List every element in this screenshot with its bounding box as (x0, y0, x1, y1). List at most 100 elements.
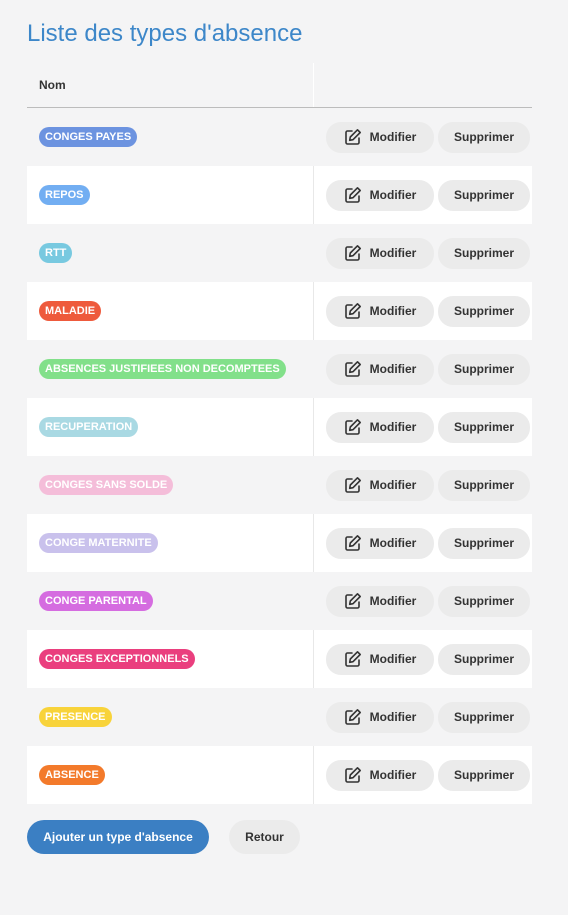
delete-button[interactable]: Supprimer (438, 701, 530, 733)
column-header-name: Nom (27, 63, 314, 107)
edit-button[interactable]: Modifier (326, 237, 434, 269)
table-row: CONGES EXCEPTIONNELS Modifier Supprimer (27, 630, 532, 688)
edit-button-label: Modifier (369, 420, 417, 434)
name-cell: CONGES PAYES (27, 108, 314, 166)
edit-button[interactable]: Modifier (326, 759, 434, 791)
table-row: REPOS Modifier Supprimer (27, 166, 532, 224)
edit-button[interactable]: Modifier (326, 701, 434, 733)
name-cell: RTT (27, 224, 314, 282)
absence-type-badge: CONGES EXCEPTIONNELS (39, 649, 195, 669)
delete-button[interactable]: Supprimer (438, 527, 530, 559)
delete-button[interactable]: Supprimer (438, 237, 530, 269)
actions-cell: Modifier Supprimer (314, 166, 532, 224)
edit-icon (344, 650, 362, 668)
name-cell: MALADIE (27, 282, 314, 340)
table-row: PRESENCE Modifier Supprimer (27, 688, 532, 746)
absence-type-badge: MALADIE (39, 301, 102, 321)
edit-button-label: Modifier (369, 478, 417, 492)
absence-type-badge: REPOS (39, 185, 90, 205)
name-cell: CONGES SANS SOLDE (27, 456, 314, 514)
edit-button[interactable]: Modifier (326, 643, 434, 675)
name-cell: REPOS (27, 166, 314, 224)
edit-button-label: Modifier (369, 710, 417, 724)
absence-type-badge: CONGE PARENTAL (39, 591, 153, 611)
edit-icon (344, 244, 362, 262)
edit-icon (344, 186, 362, 204)
edit-button-label: Modifier (369, 594, 417, 608)
delete-button[interactable]: Supprimer (438, 643, 530, 675)
absence-type-badge: CONGES PAYES (39, 127, 138, 147)
table-row: CONGES PAYES Modifier Supprimer (27, 108, 532, 166)
name-cell: RECUPERATION (27, 398, 314, 456)
edit-button[interactable]: Modifier (326, 585, 434, 617)
absence-type-badge: CONGES SANS SOLDE (39, 475, 174, 495)
edit-button-label: Modifier (369, 304, 417, 318)
delete-button[interactable]: Supprimer (438, 121, 530, 153)
actions-cell: Modifier Supprimer (314, 514, 532, 572)
delete-button[interactable]: Supprimer (438, 411, 530, 443)
actions-cell: Modifier Supprimer (314, 456, 532, 514)
add-absence-type-button[interactable]: Ajouter un type d'absence (27, 820, 209, 854)
actions-cell: Modifier Supprimer (314, 746, 532, 804)
edit-button-label: Modifier (369, 536, 417, 550)
name-cell: ABSENCES JUSTIFIEES NON DECOMPTEES (27, 340, 314, 398)
footer-actions: Ajouter un type d'absence Retour (27, 820, 300, 854)
delete-button[interactable]: Supprimer (438, 179, 530, 211)
table-body: CONGES PAYES Modifier Supprimer REPOS Modifi… (27, 108, 532, 804)
edit-icon (344, 476, 362, 494)
name-cell: CONGES EXCEPTIONNELS (27, 630, 314, 688)
table-row: RTT Modifier Supprimer (27, 224, 532, 282)
column-header-actions (314, 63, 532, 107)
delete-button[interactable]: Supprimer (438, 469, 530, 501)
edit-button-label: Modifier (369, 362, 417, 376)
absence-type-badge: RTT (39, 243, 73, 263)
delete-button[interactable]: Supprimer (438, 295, 530, 327)
edit-icon (344, 418, 362, 436)
edit-button[interactable]: Modifier (326, 295, 434, 327)
absence-types-table: Nom CONGES PAYES Modifier Supprimer REPOS Mo… (27, 63, 532, 804)
delete-button[interactable]: Supprimer (438, 353, 530, 385)
edit-button[interactable]: Modifier (326, 353, 434, 385)
edit-button[interactable]: Modifier (326, 411, 434, 443)
page-title: Liste des types d'absence (27, 20, 303, 47)
delete-button[interactable]: Supprimer (438, 759, 530, 791)
table-row: ABSENCE Modifier Supprimer (27, 746, 532, 804)
actions-cell: Modifier Supprimer (314, 398, 532, 456)
name-cell: CONGE MATERNITE (27, 514, 314, 572)
actions-cell: Modifier Supprimer (314, 224, 532, 282)
table-row: ABSENCES JUSTIFIEES NON DECOMPTEES Modifi… (27, 340, 532, 398)
edit-icon (344, 534, 362, 552)
table-row: MALADIE Modifier Supprimer (27, 282, 532, 340)
edit-button-label: Modifier (369, 188, 417, 202)
absence-type-badge: RECUPERATION (39, 417, 139, 437)
absence-type-badge: ABSENCE (39, 765, 105, 785)
edit-button-label: Modifier (369, 246, 417, 260)
absence-type-badge: PRESENCE (39, 707, 112, 727)
table-header: Nom (27, 63, 532, 108)
edit-button-label: Modifier (369, 652, 417, 666)
absence-type-badge: CONGE MATERNITE (39, 533, 158, 553)
name-cell: ABSENCE (27, 746, 314, 804)
actions-cell: Modifier Supprimer (314, 630, 532, 688)
edit-button[interactable]: Modifier (326, 469, 434, 501)
actions-cell: Modifier Supprimer (314, 688, 532, 746)
name-cell: PRESENCE (27, 688, 314, 746)
name-cell: CONGE PARENTAL (27, 572, 314, 630)
edit-button[interactable]: Modifier (326, 527, 434, 559)
table-row: CONGES SANS SOLDE Modifier Supprimer (27, 456, 532, 514)
edit-button[interactable]: Modifier (326, 179, 434, 211)
back-button[interactable]: Retour (229, 820, 300, 854)
table-row: RECUPERATION Modifier Supprimer (27, 398, 532, 456)
table-row: CONGE MATERNITE Modifier Supprimer (27, 514, 532, 572)
edit-icon (344, 766, 362, 784)
edit-icon (344, 708, 362, 726)
actions-cell: Modifier Supprimer (314, 108, 532, 166)
edit-icon (344, 360, 362, 378)
edit-icon (344, 302, 362, 320)
edit-button[interactable]: Modifier (326, 121, 434, 153)
delete-button[interactable]: Supprimer (438, 585, 530, 617)
absence-type-badge: ABSENCES JUSTIFIEES NON DECOMPTEES (39, 359, 286, 379)
actions-cell: Modifier Supprimer (314, 572, 532, 630)
table-row: CONGE PARENTAL Modifier Supprimer (27, 572, 532, 630)
edit-button-label: Modifier (369, 768, 417, 782)
